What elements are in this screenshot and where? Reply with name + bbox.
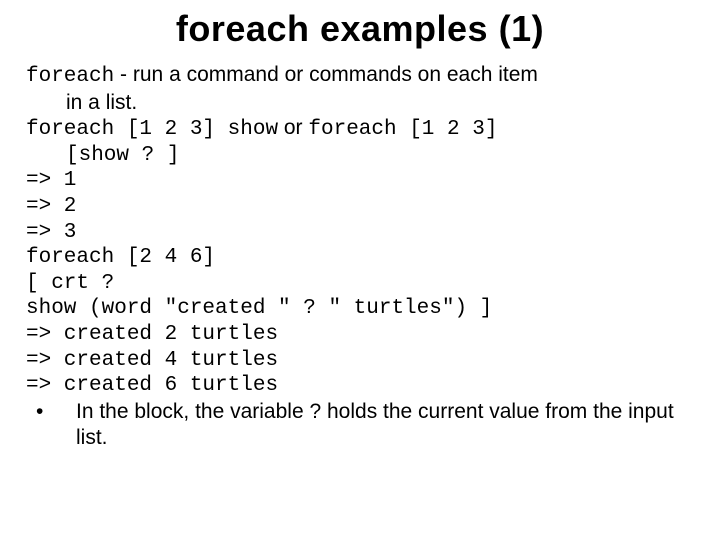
code-l1a: foreach [1 2 3] show: [26, 118, 278, 141]
code-line-10: => created 4 turtles: [26, 348, 694, 374]
code-l1-or: or: [278, 116, 308, 139]
desc-rest-1: - run a command or commands on each item: [114, 63, 538, 86]
code-line-2: [show ? ]: [26, 143, 694, 169]
code-line-5: => 3: [26, 220, 694, 246]
desc-line-1: foreach - run a command or commands on e…: [26, 62, 694, 90]
code-line-11: => created 6 turtles: [26, 373, 694, 399]
code-line-9: => created 2 turtles: [26, 322, 694, 348]
slide: foreach examples (1) foreach - run a com…: [0, 0, 720, 540]
code-line-3: => 1: [26, 168, 694, 194]
bullet-dot-icon: •: [26, 399, 76, 425]
code-line-7: [ crt ?: [26, 271, 694, 297]
code-line-4: => 2: [26, 194, 694, 220]
code-l1b: foreach [1 2 3]: [308, 118, 497, 141]
code-line-6: foreach [2 4 6]: [26, 245, 694, 271]
slide-title: foreach examples (1): [20, 8, 700, 50]
desc-line-2: in a list.: [26, 90, 694, 116]
bullet-item: • In the block, the variable ? holds the…: [26, 399, 694, 450]
slide-body: foreach - run a command or commands on e…: [20, 62, 700, 450]
bullet-text: In the block, the variable ? holds the c…: [76, 399, 694, 450]
code-line-1: foreach [1 2 3] show or foreach [1 2 3]: [26, 115, 694, 143]
code-line-8: show (word "created " ? " turtles") ]: [26, 296, 694, 322]
keyword-foreach: foreach: [26, 65, 114, 88]
